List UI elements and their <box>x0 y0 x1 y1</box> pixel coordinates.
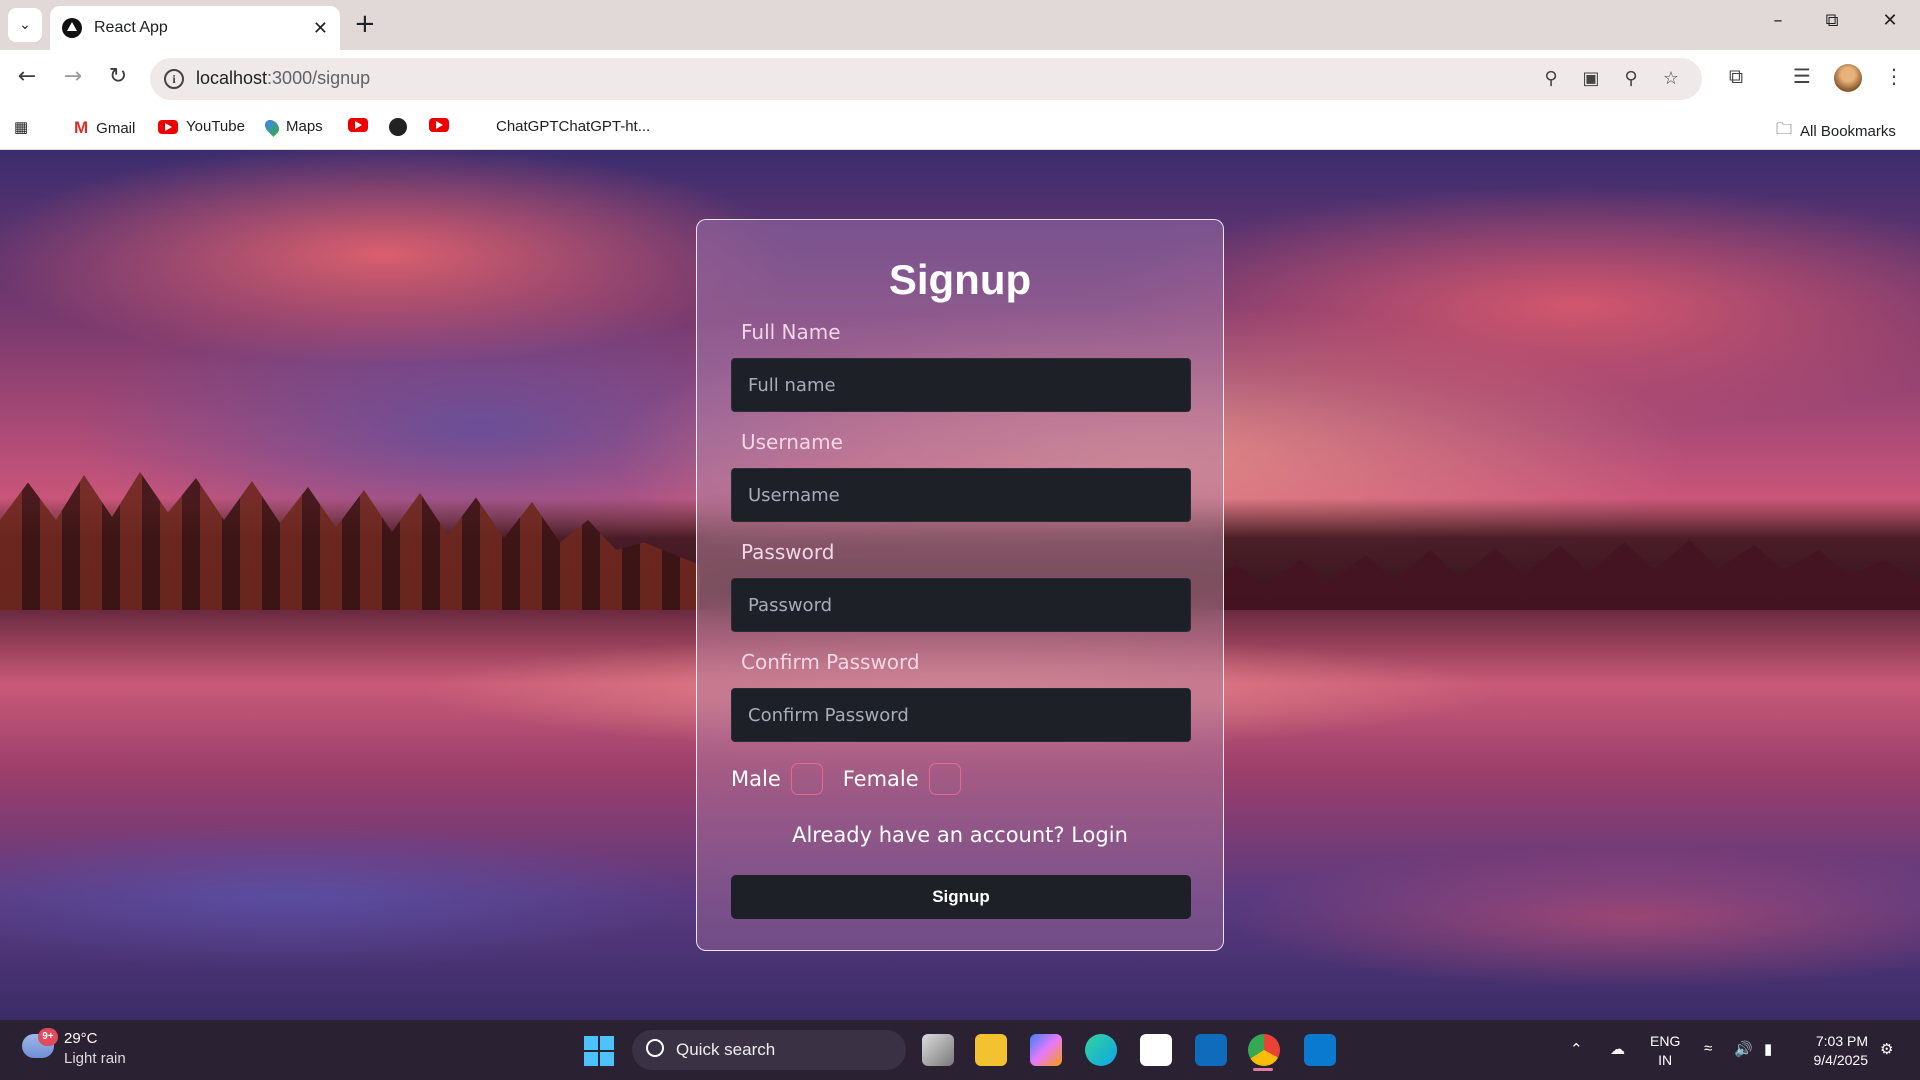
back-arrow-icon[interactable]: ← <box>12 64 42 89</box>
taskbar-search-text: Quick search <box>676 1040 776 1059</box>
windows-start-icon[interactable] <box>584 1036 614 1066</box>
zoom-icon[interactable]: ⚲ <box>1618 68 1644 89</box>
install-app-icon[interactable]: ▣ <box>1578 68 1604 89</box>
all-bookmarks[interactable]: 🗀 All Bookmarks <box>1776 118 1896 145</box>
bookmark-globe[interactable] <box>389 118 407 136</box>
minimize-icon[interactable]: – <box>1768 10 1788 31</box>
file-explorer-icon[interactable] <box>975 1034 1007 1066</box>
male-label: Male <box>731 767 781 791</box>
login-link[interactable]: Already have an account? Login <box>697 823 1223 847</box>
notifications-icon[interactable]: ⚙ <box>1880 1040 1893 1058</box>
youtube-icon <box>429 118 449 132</box>
bookmark-star-icon[interactable]: ☆ <box>1658 68 1684 89</box>
reload-icon[interactable]: ↻ <box>103 64 133 89</box>
show-hidden-icons-chevron-icon[interactable]: ⌃ <box>1570 1040 1583 1058</box>
profile-avatar[interactable] <box>1834 64 1862 92</box>
system-clock[interactable]: 7:03 PM 9/4/2025 <box>1800 1032 1869 1070</box>
volume-icon[interactable]: 🔊 <box>1734 1040 1753 1058</box>
outlook-icon[interactable] <box>1195 1034 1227 1066</box>
forward-arrow-icon[interactable]: → <box>58 64 88 89</box>
address-bar[interactable]: i localhost:3000/signup ⚲ ▣ ⚲ ☆ <box>150 58 1702 100</box>
bookmark-chatgpt-label: ChatGPTChatGPT-ht... <box>496 118 651 135</box>
confirm-password-input[interactable] <box>731 688 1191 742</box>
tab-react-app[interactable]: React App ✕ <box>50 6 340 50</box>
copilot-icon[interactable] <box>1030 1034 1062 1066</box>
bookmark-youtube-label: YouTube <box>186 118 245 135</box>
globe-icon <box>389 118 407 136</box>
weather-badge: 9+ <box>38 1028 58 1046</box>
clock-date: 9/4/2025 <box>1813 1052 1869 1068</box>
password-input[interactable] <box>731 578 1191 632</box>
password-key-icon[interactable]: ⚲ <box>1538 68 1564 89</box>
bookmark-maps-label: Maps <box>286 118 323 135</box>
bookmark-chatgpt[interactable]: ChatGPTChatGPT-ht... <box>496 118 650 135</box>
extensions-icon[interactable]: ⧉ <box>1722 64 1750 88</box>
maps-icon <box>262 116 282 137</box>
task-view-icon[interactable] <box>922 1034 954 1066</box>
clock-time: 7:03 PM <box>1815 1033 1868 1049</box>
language-code: ENG <box>1650 1033 1681 1049</box>
bookmark-youtube[interactable]: YouTube <box>158 118 245 135</box>
url-text[interactable]: localhost:3000/signup <box>196 68 370 89</box>
username-input[interactable] <box>731 468 1191 522</box>
taskbar <box>0 1020 1920 1080</box>
language-region: IN <box>1658 1052 1673 1068</box>
vscode-icon[interactable] <box>1304 1034 1336 1066</box>
signup-button[interactable]: Signup <box>731 875 1191 919</box>
female-checkbox[interactable] <box>928 763 961 795</box>
password-label: Password <box>741 540 835 564</box>
react-app-favicon-icon <box>62 18 82 38</box>
url-host: localhost <box>196 68 268 88</box>
menu-kebab-icon[interactable]: ⋮ <box>1880 64 1908 88</box>
window-close-icon[interactable]: ✕ <box>1880 10 1900 31</box>
youtube-icon <box>348 118 368 132</box>
fullname-label: Full Name <box>741 320 841 344</box>
signup-card: Signup Full Name Username Password Confi… <box>696 219 1224 951</box>
bookmark-gmail[interactable]: M Gmail <box>74 118 135 138</box>
confirm-password-label: Confirm Password <box>741 650 920 674</box>
weather-description[interactable]: Light rain <box>64 1050 126 1067</box>
wifi-icon[interactable]: ≈ <box>1704 1040 1712 1057</box>
bookmark-youtube-2[interactable] <box>348 118 368 132</box>
media-controls-icon[interactable]: ☰ <box>1788 64 1816 88</box>
search-icon <box>646 1039 664 1057</box>
bookmark-maps[interactable]: Maps <box>262 116 323 137</box>
apps-grid-icon[interactable]: ▦ <box>14 118 28 136</box>
bookmarks-bar: ▦ M Gmail YouTube Maps ChatGPTChatGPT-ht.… <box>0 108 1920 150</box>
tab-search-chevron-icon[interactable]: ⌄ <box>8 8 42 42</box>
all-bookmarks-label: All Bookmarks <box>1800 123 1896 140</box>
youtube-icon <box>158 119 178 134</box>
new-tab-plus-icon[interactable]: + <box>354 10 376 38</box>
battery-icon[interactable]: ▮ <box>1764 1040 1772 1058</box>
url-path: :3000/signup <box>267 68 371 88</box>
site-info-icon[interactable]: i <box>164 69 184 89</box>
microsoft-store-icon[interactable] <box>1140 1034 1172 1066</box>
folder-icon: 🗀 <box>1776 121 1793 138</box>
chrome-active-indicator <box>1253 1068 1273 1071</box>
language-indicator[interactable]: ENG IN <box>1650 1032 1680 1070</box>
bookmark-youtube-3[interactable] <box>429 118 449 132</box>
gender-row: Male Female <box>731 763 971 795</box>
fullname-input[interactable] <box>731 358 1191 412</box>
close-tab-icon[interactable]: ✕ <box>313 18 328 39</box>
weather-temperature[interactable]: 29°C <box>64 1030 98 1047</box>
username-label: Username <box>741 430 843 454</box>
gmail-icon: M <box>74 118 89 137</box>
female-label: Female <box>842 767 919 791</box>
tab-strip: ⌄ React App ✕ + – ⧉ ✕ <box>0 0 1920 50</box>
bookmark-gmail-label: Gmail <box>96 119 136 137</box>
edge-icon[interactable] <box>1085 1034 1117 1066</box>
male-checkbox[interactable] <box>790 763 823 795</box>
onedrive-icon[interactable]: ☁ <box>1610 1040 1625 1058</box>
tab-title: React App <box>94 19 168 36</box>
restore-icon[interactable]: ⧉ <box>1822 10 1842 31</box>
browser-toolbar: ← → ↻ i localhost:3000/signup ⚲ ▣ ⚲ ☆ <box>0 50 1920 108</box>
taskbar-search[interactable]: Quick search <box>632 1030 906 1070</box>
chrome-icon[interactable] <box>1248 1034 1280 1066</box>
signup-title: Signup <box>888 256 1032 303</box>
